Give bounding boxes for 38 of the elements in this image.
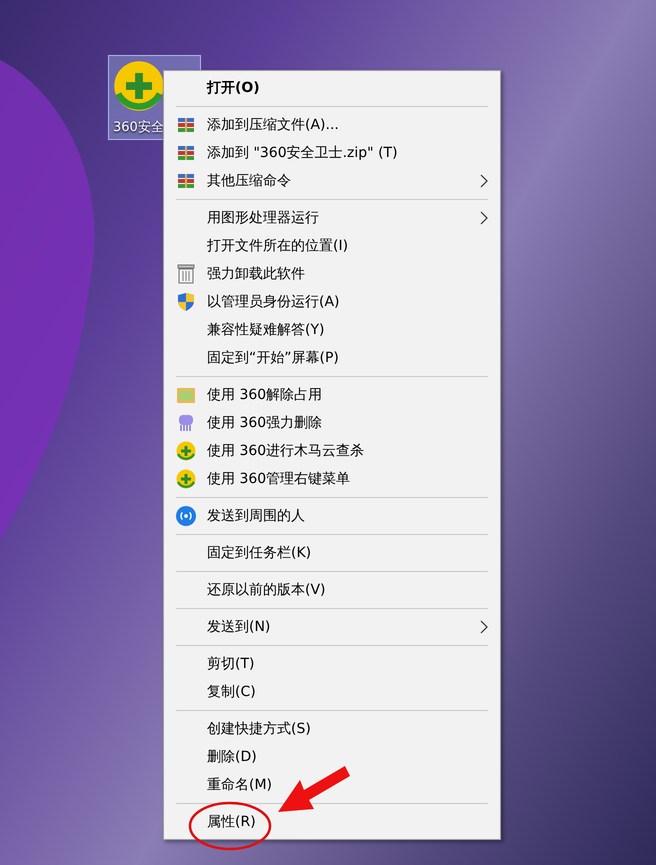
menu-item[interactable]: 剪切(T) <box>164 650 500 678</box>
annotation-arrow <box>278 766 350 812</box>
folder-icon <box>177 387 195 403</box>
shield-icon <box>177 292 195 312</box>
archive-icon <box>178 174 194 188</box>
chevron-right-icon <box>480 211 488 225</box>
icon-label: 360安全 <box>113 119 164 136</box>
menu-item[interactable]: 还原以前的版本(V) <box>164 576 500 604</box>
menu-item[interactable]: 发送到周围的人 <box>164 502 500 530</box>
menu-item[interactable]: 其他压缩命令 <box>164 167 500 195</box>
menu-item[interactable]: 复制(C) <box>164 678 500 706</box>
menu-item[interactable]: 使用 360进行木马云查杀 <box>164 437 500 465</box>
archive-icon <box>178 146 194 160</box>
menu-item[interactable]: 使用 360管理右键菜单 <box>164 465 500 493</box>
menu-item[interactable]: 重命名(M) <box>164 771 500 799</box>
menu-item[interactable]: 添加到 "360安全卫士.zip" (T) <box>164 139 500 167</box>
shredder-icon <box>177 414 195 432</box>
chevron-right-icon <box>480 174 488 188</box>
menu-item[interactable]: 打开文件所在的位置(I) <box>164 232 500 260</box>
menu-item[interactable]: 兼容性疑难解答(Y) <box>164 316 500 344</box>
menu-item[interactable]: 发送到(N) <box>164 613 500 641</box>
menu-item[interactable]: 创建快捷方式(S) <box>164 715 500 743</box>
menu-item[interactable]: 属性(R) <box>164 808 500 836</box>
menu-item[interactable]: 用图形处理器运行 <box>164 204 500 232</box>
menu-item[interactable]: 固定到“开始”屏幕(P) <box>164 344 500 372</box>
menu-item[interactable]: 固定到任务栏(K) <box>164 539 500 567</box>
menu-item[interactable]: 使用 360解除占用 <box>164 381 500 409</box>
chevron-right-icon <box>480 620 488 634</box>
plus-circle-icon <box>113 60 165 112</box>
menu-item[interactable]: 删除(D) <box>164 743 500 771</box>
plus-circle-icon <box>176 469 196 489</box>
menu-item[interactable]: 强力卸载此软件 <box>164 260 500 288</box>
signal-icon <box>176 505 196 527</box>
archive-icon <box>178 118 194 132</box>
trash-can-icon <box>177 264 195 284</box>
menu-item[interactable]: 使用 360强力删除 <box>164 409 500 437</box>
plus-circle-icon <box>176 441 196 461</box>
menu-item[interactable]: 以管理员身份运行(A) <box>164 288 500 316</box>
